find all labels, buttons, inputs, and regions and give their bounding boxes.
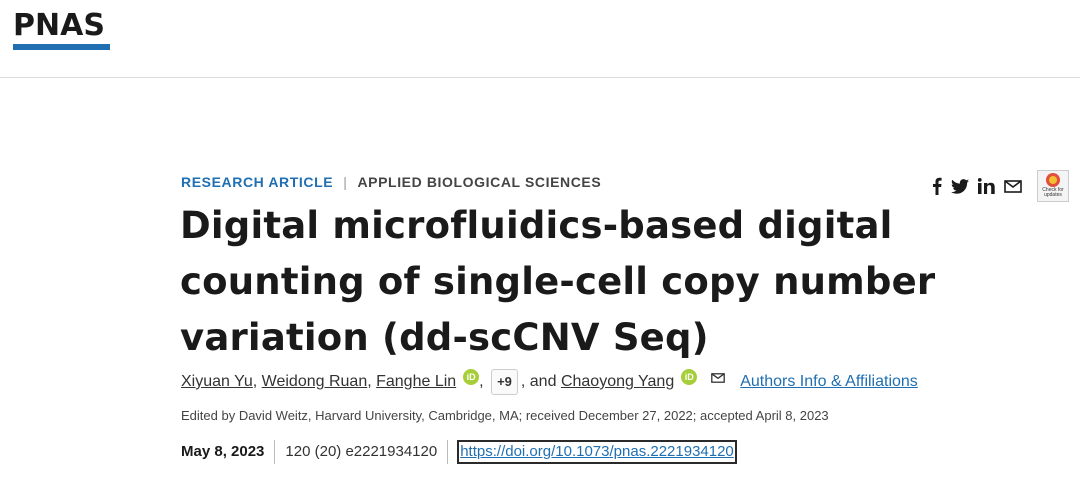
article-title: Digital microfluidics-based digital coun…	[180, 204, 936, 359]
orcid-icon[interactable]: iD	[463, 369, 480, 385]
corresponding-email-icon[interactable]	[711, 373, 726, 383]
orcid-icon[interactable]: iD	[681, 369, 698, 385]
publication-info: May 8, 2023 120 (20) e2221934120 https:/…	[181, 440, 737, 464]
facebook-icon[interactable]	[932, 177, 942, 195]
meta-separator: |	[343, 174, 348, 190]
logo-text: PNAS	[13, 8, 105, 43]
divider	[274, 440, 276, 464]
author-list: Xiyuan Yu, Weidong Ruan, Fanghe Lin iD , …	[181, 369, 918, 395]
doi-link[interactable]: https://doi.org/10.1073/pnas.2221934120	[457, 440, 737, 464]
article-meta: RESEARCH ARTICLE | APPLIED BIOLOGICAL SCIE…	[181, 174, 601, 190]
author-link[interactable]: Xiyuan Yu	[181, 370, 253, 394]
twitter-icon[interactable]	[951, 178, 969, 194]
author-comma: ,	[479, 373, 489, 390]
author-link[interactable]: Fanghe Lin	[376, 370, 456, 394]
linkedin-icon[interactable]	[978, 178, 995, 194]
pnas-logo[interactable]: PNAS	[13, 9, 110, 50]
crossmark-label: Check for updates	[1042, 187, 1064, 198]
divider	[447, 440, 449, 464]
email-icon[interactable]	[1004, 179, 1022, 193]
logo-underline	[13, 44, 110, 50]
author-comma: ,	[252, 373, 262, 390]
author-link[interactable]: Weidong Ruan	[262, 370, 368, 394]
subject-link[interactable]: APPLIED BIOLOGICAL SCIENCES	[357, 174, 601, 190]
author-link[interactable]: Chaoyong Yang	[561, 370, 674, 394]
more-authors-button[interactable]: +9	[491, 369, 518, 395]
editorial-history: Edited by David Weitz, Harvard Universit…	[181, 408, 829, 423]
publication-date: May 8, 2023	[181, 443, 265, 460]
author-comma: ,	[367, 373, 377, 390]
authors-info-link[interactable]: Authors Info & Affiliations	[740, 370, 918, 394]
and-text: , and	[520, 373, 557, 390]
site-header: PNAS	[0, 0, 1080, 78]
article-type-link[interactable]: RESEARCH ARTICLE	[181, 174, 333, 190]
volume-issue[interactable]: 120 (20) e2221934120	[285, 441, 437, 463]
crossmark-icon	[1046, 173, 1060, 187]
